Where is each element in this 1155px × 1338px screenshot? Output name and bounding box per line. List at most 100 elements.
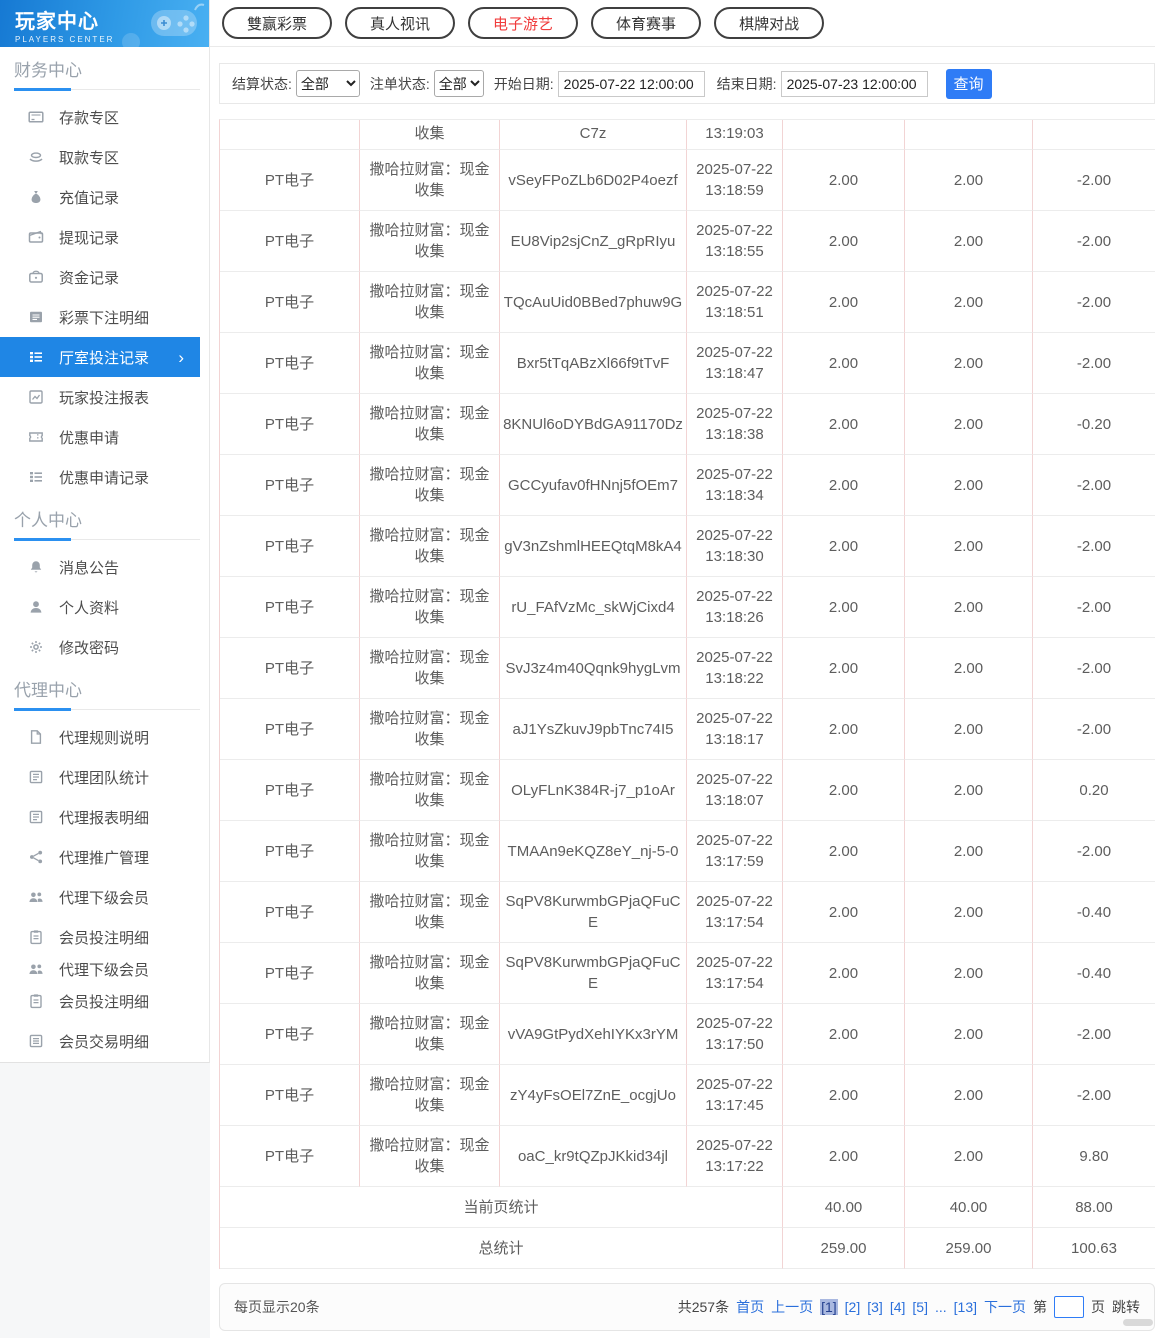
sidebar-item-2-7[interactable]: 会员投注明细 [0,981,209,1021]
table-row: PT电子 撒哈拉财富：现金收集 oaC_kr9tQZpJKkid34jl 2025-0… [220,1126,1155,1187]
tab-game-category-4[interactable]: 棋牌对战 [714,7,825,39]
sidebar-item-1-1[interactable]: 个人资料 [0,587,209,627]
cell-time: 2025-07-22 13:18:38 [687,394,783,455]
cell-game: 撒哈拉财富：现金收集 [360,455,500,516]
sidebar-item-2-2[interactable]: 代理报表明细 [0,797,209,837]
bell-icon [28,559,44,575]
table-row: PT电子 撒哈拉财富：现金收集 Bxr5tTqABzXl66f9tTvF 2025-0… [220,333,1155,394]
cell-bet: 2.00 [783,455,905,516]
pagination-page[interactable]: [3] [867,1299,883,1315]
cell-time: 2025-07-22 13:18:55 [687,211,783,272]
cell-order: TQcAuUid0BBed7phuw9G [500,272,687,333]
cell-bet: 2.00 [783,1126,905,1187]
jump-button[interactable]: 跳转 [1112,1297,1140,1317]
pagination-page[interactable]: [13] [954,1299,977,1315]
query-button[interactable]: 查询 [945,68,992,99]
sidebar-item-0-5[interactable]: 彩票下注明细 [0,297,209,337]
start-date-input[interactable] [557,70,705,97]
sidebar-item-2-5[interactable]: 会员投注明细 [0,917,209,957]
chart-icon [28,389,44,405]
cell-order: TMAAn9eKQZ8eY_nj-5-0 [500,821,687,882]
sidebar-item-2-4[interactable]: 代理下级会员 [0,877,209,917]
sidebar-item-0-4[interactable]: 资金记录 [0,257,209,297]
sidebar-item-2-0[interactable]: 代理规则说明 [0,717,209,757]
sidebar-item-label: 修改密码 [59,639,120,657]
sidebar-item-2-1[interactable]: 代理团队统计 [0,757,209,797]
jump-page-input[interactable] [1054,1296,1084,1318]
page: 玩家中心 PLAYERS CENTER 财务中心 存款专区 取款专区 充值记录 提现记录… [0,0,1155,1338]
sidebar-item-label: 会员投注明细 [59,993,150,1011]
sidebar-item-2-3[interactable]: 代理推广管理 [0,837,209,877]
total-count-text: 共257条 [677,1299,730,1315]
pagination-page[interactable]: [4] [890,1299,906,1315]
sidebar-item-0-6[interactable]: 厅室投注记录 › [0,337,200,377]
cell-order: vSeyFPoZLb6D02P4oezf [500,150,687,211]
sidebar-item-0-1[interactable]: 取款专区 [0,137,209,177]
page-summary-bet: 40.00 [783,1187,905,1228]
total-summary-bet: 259.00 [783,1228,905,1269]
cell-result: -2.00 [1033,150,1155,211]
table-row: PT电子 撒哈拉财富：现金收集 vVA9GtPydXehIYKx3rYM 2025-0… [220,1004,1155,1065]
list-alt-icon [28,1033,44,1049]
sidebar-sections: 财务中心 存款专区 取款专区 充值记录 提现记录 资金记录 彩票下注明细 厅室投注记录 › 玩家投… [0,56,209,1061]
cell-order: SvJ3z4m40Qqnk9hygLvm [500,638,687,699]
end-date-input[interactable] [780,70,928,97]
section-underline [14,88,200,91]
next-page-link[interactable]: 下一页 [984,1297,1026,1317]
pagination-page[interactable]: [5] [912,1299,928,1315]
cell-bet: 2.00 [783,211,905,272]
cell-result: -2.00 [1033,455,1155,516]
page-size-text: 每页显示20条 [234,1299,320,1315]
people-icon [28,961,44,977]
sidebar-item-1-2[interactable]: 修改密码 [0,627,209,667]
jump-prefix-label: 第 [1033,1299,1047,1315]
chevron-right-icon: › [178,347,184,367]
first-page-link[interactable]: 首页 [736,1297,764,1317]
cell-platform: PT电子 [220,333,360,394]
sidebar-item-label: 个人资料 [59,599,120,617]
cell-game: 收集 [360,120,500,150]
purse-icon [28,269,44,285]
settle-status-select[interactable]: 全部 [295,70,360,97]
cell-valid-bet: 2.00 [905,638,1033,699]
sidebar-item-1-0[interactable]: 消息公告 [0,547,209,587]
scrollbar-thumb[interactable] [1123,1319,1153,1326]
cell-platform: PT电子 [220,211,360,272]
tab-game-category-0[interactable]: 雙赢彩票 [222,7,333,39]
sidebar-item-0-3[interactable]: 提现记录 [0,217,209,257]
cell-bet: 2.00 [783,577,905,638]
cell-game: 撒哈拉财富：现金收集 [360,1004,500,1065]
cell-bet: 2.00 [783,1004,905,1065]
tab-game-category-3[interactable]: 体育赛事 [591,7,702,39]
sidebar-item-label: 资金记录 [59,269,120,287]
cell-result: -0.40 [1033,882,1155,943]
total-summary-label: 总统计 [220,1228,783,1269]
total-summary-result: 100.63 [1033,1228,1155,1269]
cell-platform: PT电子 [220,272,360,333]
cell-order: OLyFLnK384R-j7_p1oAr [500,760,687,821]
pagination-page-current[interactable]: [1] [820,1299,838,1315]
sidebar-item-2-6[interactable]: 代理下级会员 [0,957,209,981]
sidebar-item-0-2[interactable]: 充值记录 [0,177,209,217]
table-row: PT电子 撒哈拉财富：现金收集 SvJ3z4m40Qqnk9hygLvm 2025-0… [220,638,1155,699]
tab-game-category-2[interactable]: 电子游艺 [468,7,579,39]
sidebar-item-0-8[interactable]: 优惠申请 [0,417,209,457]
sidebar-item-label: 优惠申请记录 [59,469,150,487]
sidebar-item-label: 会员投注明细 [59,929,150,947]
prev-page-link[interactable]: 上一页 [771,1297,813,1317]
cell-valid-bet: 2.00 [905,211,1033,272]
order-status-select[interactable]: 全部 [433,70,484,97]
sidebar-item-0-9[interactable]: 优惠申请记录 [0,457,209,497]
tab-game-category-1[interactable]: 真人视讯 [345,7,456,39]
cell-valid-bet: 2.00 [905,760,1033,821]
total-summary-valid: 259.00 [905,1228,1033,1269]
cell-game: 撒哈拉财富：现金收集 [360,882,500,943]
cell-valid-bet: 2.00 [905,943,1033,1004]
cell-game: 撒哈拉财富：现金收集 [360,150,500,211]
pagination-page[interactable]: [2] [845,1299,861,1315]
cell-order: oaC_kr9tQZpJKkid34jl [500,1126,687,1187]
sidebar-item-2-8[interactable]: 会员交易明细 [0,1021,209,1061]
sidebar-item-0-0[interactable]: 存款专区 [0,97,209,137]
page-number-links: [1] [2] [3] [4] [5]... [13] [820,1299,977,1315]
sidebar-item-0-7[interactable]: 玩家投注报表 [0,377,209,417]
